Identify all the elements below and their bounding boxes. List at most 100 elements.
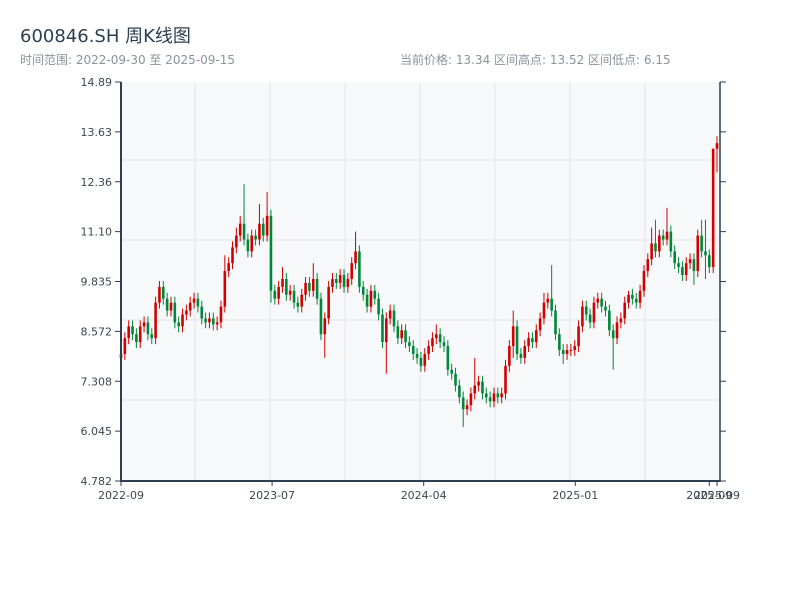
candle-body	[611, 330, 615, 339]
candle-body	[265, 215, 269, 236]
x-tick-label: 2023-07	[249, 489, 295, 502]
candle-body	[188, 302, 192, 311]
candle-body	[231, 247, 234, 264]
candle-body	[523, 346, 527, 358]
candle-body	[577, 326, 580, 347]
candle-body	[181, 314, 184, 327]
candle-body	[550, 298, 553, 311]
candle-body	[281, 278, 284, 287]
candle	[319, 292, 323, 341]
candle-body	[396, 326, 400, 339]
candle	[381, 308, 384, 349]
candle-body	[561, 350, 565, 354]
candle-body	[527, 338, 530, 347]
candle-body	[315, 278, 319, 299]
candle-body	[642, 271, 646, 291]
candle-body	[488, 397, 492, 402]
candle-body	[569, 350, 573, 352]
candle	[504, 359, 507, 400]
y-tick-label: 7.308	[81, 375, 113, 388]
candle-body	[469, 393, 473, 406]
candle-body	[711, 148, 715, 268]
candle-body	[169, 302, 173, 311]
candle	[515, 320, 519, 360]
candle-body	[688, 259, 692, 264]
candle-body	[596, 298, 600, 303]
x-tick-label: 2024-04	[401, 489, 447, 502]
candle-body	[296, 302, 300, 307]
candle-body	[388, 310, 392, 319]
candle-body	[654, 243, 657, 252]
candle-body	[192, 298, 196, 303]
candle-body	[638, 290, 642, 303]
candle-body	[246, 239, 250, 252]
candle-body	[177, 322, 180, 327]
candle-body	[365, 294, 369, 307]
candle-body	[546, 298, 550, 303]
y-tick-label: 11.10	[81, 226, 113, 239]
candle-body	[250, 235, 254, 252]
candle-body	[358, 251, 361, 287]
candle-body	[431, 338, 434, 347]
candle-body	[592, 302, 596, 323]
y-tick-label: 9.835	[81, 276, 113, 289]
candle-body	[254, 235, 257, 240]
candle-body	[123, 338, 127, 354]
candle-body	[554, 310, 557, 335]
candle-body	[211, 318, 215, 325]
candle-body	[619, 318, 623, 323]
candle-body	[496, 393, 500, 398]
candle-body	[381, 314, 384, 343]
candle-body	[511, 326, 515, 347]
candle-body	[269, 215, 273, 291]
candle-body	[419, 357, 423, 366]
candle-body	[127, 326, 130, 339]
candle-body	[292, 290, 296, 303]
candle-body	[477, 381, 480, 386]
candle-body	[623, 302, 627, 319]
candle-body	[150, 334, 154, 339]
candle	[696, 229, 700, 277]
candle-body	[350, 263, 354, 279]
candle-body	[446, 346, 450, 370]
candle-body	[327, 286, 330, 319]
candle-body	[373, 290, 377, 299]
candle-body	[504, 365, 507, 394]
candle-body	[646, 259, 650, 272]
candle-body	[308, 282, 311, 291]
candle-body	[704, 251, 707, 256]
candle-body	[208, 318, 211, 323]
candle-body	[627, 294, 630, 303]
candle-body	[161, 286, 165, 299]
candle-body	[158, 286, 161, 303]
candle-body	[481, 381, 484, 394]
candle-body	[165, 298, 169, 311]
candle-body	[538, 318, 542, 331]
candle-body	[650, 243, 653, 260]
candle-body	[531, 338, 534, 343]
candle-body	[427, 346, 430, 354]
candle-body	[400, 330, 403, 339]
y-tick-label: 12.36	[81, 176, 113, 189]
candle-body	[338, 275, 342, 283]
candle-body	[369, 290, 373, 307]
candle-body	[584, 306, 588, 315]
candle-body	[185, 310, 188, 315]
candle-body	[408, 342, 411, 347]
candle-body	[665, 231, 669, 240]
candle-body	[438, 334, 442, 343]
candle-body	[565, 350, 569, 354]
candle-body	[331, 278, 334, 287]
candle-body	[219, 306, 223, 323]
candle-body	[588, 314, 592, 323]
candle-body	[700, 235, 703, 252]
candle-body	[442, 342, 446, 347]
candle-body	[458, 385, 461, 398]
candle-body	[500, 393, 503, 398]
candle-body	[261, 223, 265, 236]
candle-body	[242, 223, 246, 240]
candle-body	[542, 302, 546, 319]
candle-body	[311, 278, 315, 291]
candle-body	[608, 310, 611, 331]
candle-body	[677, 263, 680, 268]
